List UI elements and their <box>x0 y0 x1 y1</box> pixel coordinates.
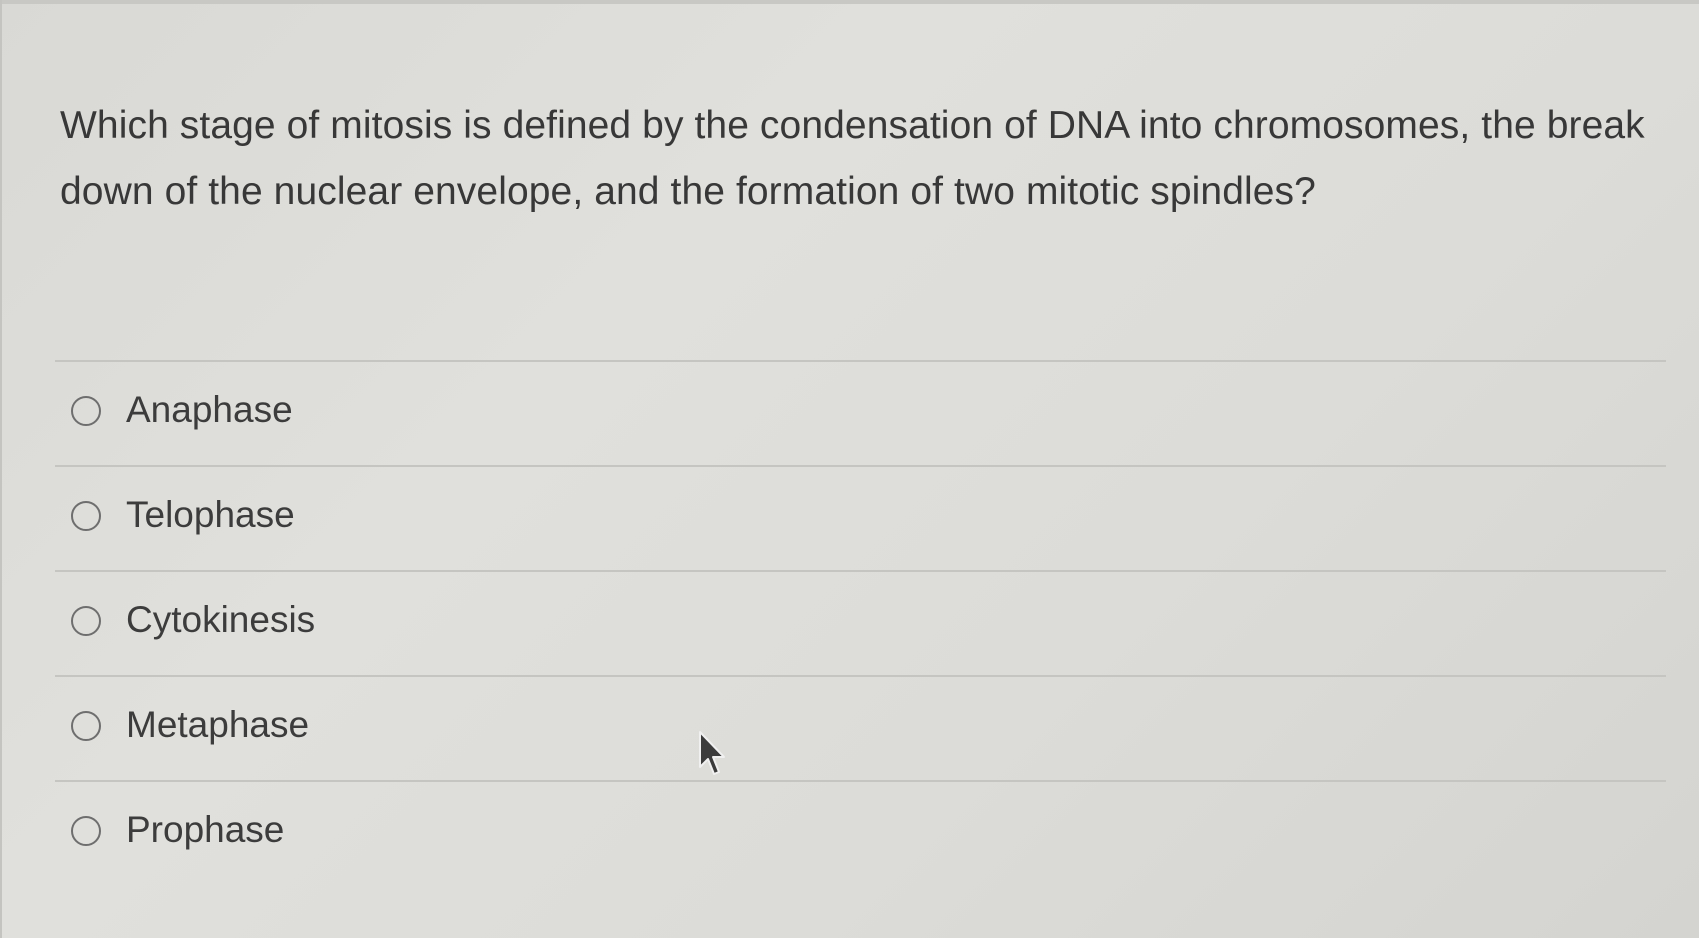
answer-options: Anaphase Telophase Cytokinesis Metaphase… <box>55 360 1666 885</box>
question-card: Which stage of mitosis is defined by the… <box>0 0 1699 938</box>
radio-button-icon[interactable] <box>71 606 101 636</box>
mouse-pointer-icon <box>699 731 725 775</box>
answer-option-prophase[interactable]: Prophase <box>55 780 1666 885</box>
radio-button-icon[interactable] <box>71 816 101 846</box>
answer-option-anaphase[interactable]: Anaphase <box>55 360 1666 465</box>
answer-option-telophase[interactable]: Telophase <box>55 465 1666 570</box>
answer-option-label: Telophase <box>126 494 295 535</box>
answer-option-label: Anaphase <box>126 389 293 430</box>
answer-option-cytokinesis[interactable]: Cytokinesis <box>55 570 1666 675</box>
answer-option-label: Cytokinesis <box>126 599 316 640</box>
question-text: Which stage of mitosis is defined by the… <box>60 104 1645 213</box>
answer-option-label: Metaphase <box>126 704 310 745</box>
radio-button-icon[interactable] <box>71 501 101 531</box>
radio-button-icon[interactable] <box>71 711 101 741</box>
answer-option-label: Prophase <box>126 809 285 850</box>
answer-option-metaphase[interactable]: Metaphase <box>55 675 1666 780</box>
radio-button-icon[interactable] <box>71 396 101 426</box>
